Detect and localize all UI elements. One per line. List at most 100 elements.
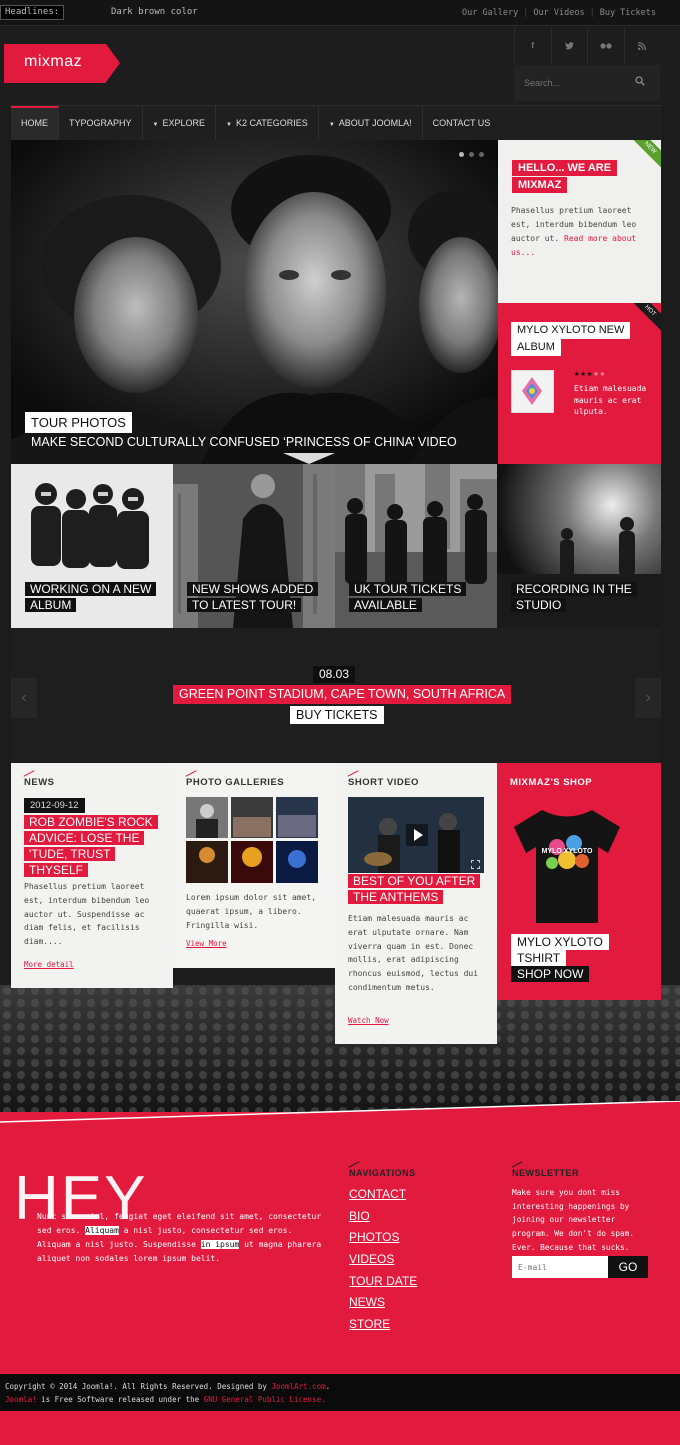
top-link-tickets[interactable]: Buy Tickets xyxy=(600,8,656,18)
gallery-grid xyxy=(186,797,318,887)
top-link-gallery[interactable]: Our Gallery xyxy=(462,8,518,18)
gpl-link[interactable]: GNU General Public License. xyxy=(204,1395,326,1404)
nav-typography[interactable]: TYPOGRAPHY xyxy=(59,106,143,140)
social-links: f xyxy=(514,27,660,64)
footer-link-photos[interactable]: PHOTOS xyxy=(349,1230,399,1244)
bottom-strip xyxy=(0,1411,680,1445)
caret-down-icon: ▼ xyxy=(328,122,335,128)
newsletter-heading: NEWSLETTER xyxy=(512,1168,579,1178)
tile-recording[interactable]: RECORDING IN THE STUDIO xyxy=(497,464,661,628)
copyright-line-1: Copyright © 2014 Joomla!. All Rights Res… xyxy=(5,1382,331,1391)
album-cover[interactable] xyxy=(511,370,554,413)
slider-dots[interactable] xyxy=(459,152,484,157)
footer-slant xyxy=(0,1101,680,1123)
top-links: Our Gallery | Our Videos | Buy Tickets xyxy=(461,8,656,18)
about-panel: NEW HELLO... WE ARE MIXMAZ Phasellus pre… xyxy=(498,140,661,303)
footer-link-contact[interactable]: CONTACT xyxy=(349,1187,406,1201)
news-text: Phasellus pretium laoreet est, interdum … xyxy=(24,882,150,947)
flickr-icon[interactable] xyxy=(587,27,624,64)
tile-caption: WORKING ON A NEW ALBUM xyxy=(25,581,157,613)
footer-link-videos[interactable]: VIDEOS xyxy=(349,1252,394,1266)
footer-link-tour-date[interactable]: TOUR DATE xyxy=(349,1274,417,1288)
footer-link-news[interactable]: NEWS xyxy=(349,1295,385,1309)
nav-home[interactable]: HOME xyxy=(11,106,59,140)
hero-pointer xyxy=(283,453,335,464)
album-title-line1: MYLO XYLOTO NEW xyxy=(511,322,631,339)
hero-caption[interactable]: MAKE SECOND CULTURALLY CONFUSED ‘PRINCES… xyxy=(31,435,457,449)
tile-uk-tour[interactable]: UK TOUR TICKETS AVAILABLE xyxy=(335,464,497,628)
rss-icon[interactable] xyxy=(623,27,661,64)
twitter-icon[interactable] xyxy=(550,27,588,64)
hero-slider[interactable]: TOUR PHOTOS MAKE SECOND CULTURALLY CONFU… xyxy=(11,140,498,464)
product-name-line1: MYLO XYLOTO xyxy=(511,934,609,950)
footer: HEY Nunc sunc nisl, feugiat eget eleifen… xyxy=(0,1101,680,1374)
top-bar: Headlines: Dark brown color Our Gallery … xyxy=(0,0,680,26)
news-heading: NEWS xyxy=(24,777,55,788)
header: mixmaz f xyxy=(0,27,680,105)
about-title-line2: MIXMAZ xyxy=(512,177,568,193)
gallery-column: PHOTO GALLERIES Lorem ipsum dolor sit am… xyxy=(173,763,335,968)
event-banner: ‹ › 08.03 GREEN POINT STADIUM, CAPE TOWN… xyxy=(11,628,661,763)
tshirt-image[interactable]: MYLO XYLOTO xyxy=(512,805,622,925)
caret-down-icon: ▼ xyxy=(152,122,159,128)
news-title[interactable]: ROB ZOMBIE'S ROCK ADVICE: LOSE THE 'TUDE, … xyxy=(24,814,174,878)
newsletter-go-button[interactable]: GO xyxy=(608,1256,648,1278)
tile-new-album[interactable]: WORKING ON A NEW ALBUM xyxy=(11,464,173,628)
next-arrow-icon[interactable]: › xyxy=(635,678,661,718)
main-nav: HOME TYPOGRAPHY ▼ EXPLORE ▼ K2 CATEGORIES … xyxy=(11,105,661,140)
shop-now-button[interactable]: SHOP NOW xyxy=(511,966,590,982)
new-badge: NEW xyxy=(624,140,661,174)
logo[interactable]: mixmaz xyxy=(4,44,120,83)
more-detail-link[interactable]: More detail xyxy=(24,960,74,969)
search-input[interactable] xyxy=(524,75,624,91)
event-date: 08.03 xyxy=(313,666,356,683)
copyright-bar: Copyright © 2014 Joomla!. All Rights Res… xyxy=(0,1374,680,1411)
shop-column: MIXMAZ'S SHOP MYLO XYLOTO MYLO XYLOTO TS… xyxy=(497,763,661,1000)
about-text: Nunc sunc nisl, feugiat eget eleifend si… xyxy=(37,1212,322,1263)
event-venue: GREEN POINT STADIUM, CAPE TOWN, SOUTH AF… xyxy=(173,685,512,704)
album-art xyxy=(522,377,542,405)
buy-tickets-button[interactable]: BUY TICKETS xyxy=(290,706,384,724)
album-text: Etiam malesuada mauris ac erat ulputa. xyxy=(574,384,647,416)
video-column: SHORT VIDEO BEST OF YOU AFTER THE ANTHEMS… xyxy=(335,763,497,1044)
footer-link-store[interactable]: STORE xyxy=(349,1317,390,1331)
about-text: Phasellus pretium laoreet est, interdum … xyxy=(511,206,637,257)
joomla-link[interactable]: Joomla! xyxy=(5,1395,37,1404)
prev-arrow-icon[interactable]: ‹ xyxy=(11,678,37,718)
tile-caption: NEW SHOWS ADDED TO LATEST TOUR! xyxy=(187,581,319,613)
facebook-icon[interactable]: f xyxy=(514,27,551,64)
nav-contact-us[interactable]: CONTACT US xyxy=(423,106,501,140)
watch-now-link[interactable]: Watch Now xyxy=(348,1016,389,1025)
gallery-text: Lorem ipsum dolor sit amet, quaerat ipsu… xyxy=(186,893,317,930)
footer-link-bio[interactable]: BIO xyxy=(349,1209,370,1223)
nav-about-joomla[interactable]: ▼ ABOUT JOOMLA! xyxy=(319,106,423,140)
rating-stars: ★★★★★ xyxy=(574,369,607,379)
designer-link[interactable]: JoomlArt.com xyxy=(271,1382,325,1391)
fullscreen-icon[interactable] xyxy=(471,860,480,869)
news-date: 2012-09-12 xyxy=(24,798,85,813)
top-link-videos[interactable]: Our Videos xyxy=(533,8,584,18)
search-icon[interactable] xyxy=(635,76,645,86)
video-text: Etiam malesuada mauris ac erat ulputate … xyxy=(348,914,479,992)
hero-tag[interactable]: TOUR PHOTOS xyxy=(25,412,132,433)
view-more-link[interactable]: View More xyxy=(186,939,227,948)
svg-text:MYLO XYLOTO: MYLO XYLOTO xyxy=(542,848,593,855)
shop-heading: MIXMAZ'S SHOP xyxy=(510,777,593,788)
news-column: NEWS 2012-09-12 ROB ZOMBIE'S ROCK ADVICE:… xyxy=(11,763,173,988)
video-title[interactable]: BEST OF YOU AFTER THE ANTHEMS xyxy=(348,873,498,905)
tile-caption: RECORDING IN THE STUDIO xyxy=(511,581,637,613)
nav-k2-categories[interactable]: ▼ K2 CATEGORIES xyxy=(216,106,319,140)
play-icon[interactable] xyxy=(406,824,428,846)
about-title-line1: HELLO... WE ARE xyxy=(512,160,618,176)
newsletter-email-input[interactable] xyxy=(512,1256,608,1278)
tile-new-shows[interactable]: NEW SHOWS ADDED TO LATEST TOUR! xyxy=(173,464,335,628)
album-title-line2: ALBUM xyxy=(511,339,561,356)
headline-ticker[interactable]: Dark brown color xyxy=(111,7,198,17)
product-name-line2: TSHIRT xyxy=(511,950,567,966)
video-player[interactable] xyxy=(348,797,484,873)
video-heading: SHORT VIDEO xyxy=(348,777,419,788)
newsletter-text: Make sure you dont miss interesting happ… xyxy=(512,1188,635,1252)
nav-heading: NAVIGATIONS xyxy=(349,1168,416,1178)
tile-caption: UK TOUR TICKETS AVAILABLE xyxy=(349,581,467,613)
nav-explore[interactable]: ▼ EXPLORE xyxy=(143,106,216,140)
